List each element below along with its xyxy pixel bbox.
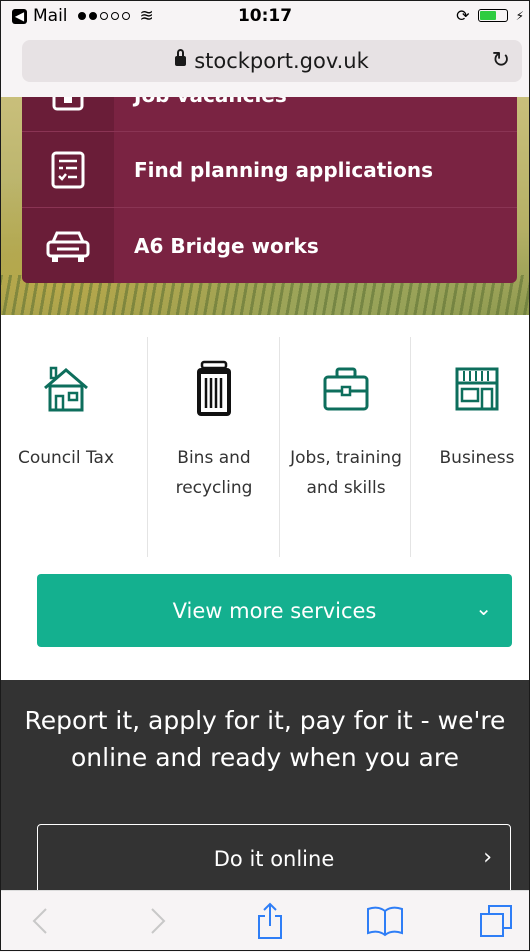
back-button[interactable] [20,901,60,941]
online-services-promo: Report it, apply for it, pay for it - we… [0,680,530,894]
service-council-tax[interactable]: Council Tax [0,337,132,557]
status-bar: ◀ Mail ≋ 10:17 ⟳ ⚡ [0,0,530,32]
menu-item-a6-bridge[interactable]: A6 Bridge works [22,207,517,283]
share-button[interactable] [250,901,290,941]
bookmarks-icon [367,906,403,937]
service-label: Council Tax [17,448,115,468]
tabs-button[interactable] [476,901,516,941]
browser-toolbar [0,890,530,952]
forward-button[interactable] [138,901,178,941]
service-business[interactable]: Business [411,337,530,557]
browser-top-chrome: ◀ Mail ≋ 10:17 ⟳ ⚡ stockport.gov.uk ↻ [0,0,530,97]
menu-item-planning[interactable]: Find planning applications [22,131,517,207]
padlock-icon [175,49,187,67]
house-icon [44,366,88,412]
planning-list-icon [51,151,85,188]
shopfront-icon [455,367,499,411]
menu-item-label: Job vacancies [114,97,287,107]
service-label: Business [439,448,515,468]
do-it-online-button[interactable]: Do it online › [37,824,511,894]
vacancies-icon [52,97,84,110]
service-bins[interactable]: Bins and recycling [148,337,280,557]
battery-icon [477,9,508,22]
url-text[interactable]: stockport.gov.uk [194,49,369,73]
promo-heading: Report it, apply for it, pay for it - we… [24,706,506,772]
address-bar[interactable]: stockport.gov.uk ↻ [22,40,522,82]
view-more-services-button[interactable]: View more services ⌄ [37,574,512,647]
tabs-icon [480,905,512,937]
menu-item-label: Find planning applications [134,157,434,182]
bookmarks-button[interactable] [365,901,405,941]
rotation-lock-icon: ⟳ [456,6,470,25]
hero-banner: Job vacancies Find planning applications [0,97,530,315]
menu-item-label: A6 Bridge works [134,233,319,258]
services-grid: Council Tax Bins and recycling Jobs, tra… [0,315,530,570]
status-time: 10:17 [237,6,293,26]
menu-item-job-vacancies[interactable]: Job vacancies [22,97,517,132]
service-label: Bins and recycling [175,448,253,498]
do-it-online-label: Do it online [213,847,335,871]
briefcase-icon [323,367,369,411]
reload-icon[interactable]: ↻ [492,48,510,73]
share-icon [258,902,282,939]
forward-arrow-icon [151,908,166,934]
quick-links-menu: Job vacancies Find planning applications [22,97,517,283]
chevron-down-icon: ⌄ [475,596,492,620]
service-label: Jobs, training and skills [290,448,402,498]
charging-icon: ⚡ [515,8,524,23]
car-icon [46,231,90,262]
back-arrow-icon [32,908,47,934]
bin-icon [197,360,231,416]
view-more-label: View more services [172,598,377,623]
chevron-right-icon: › [483,845,492,870]
service-jobs[interactable]: Jobs, training and skills [280,337,412,557]
status-right: ⟳ ⚡ [456,6,524,25]
